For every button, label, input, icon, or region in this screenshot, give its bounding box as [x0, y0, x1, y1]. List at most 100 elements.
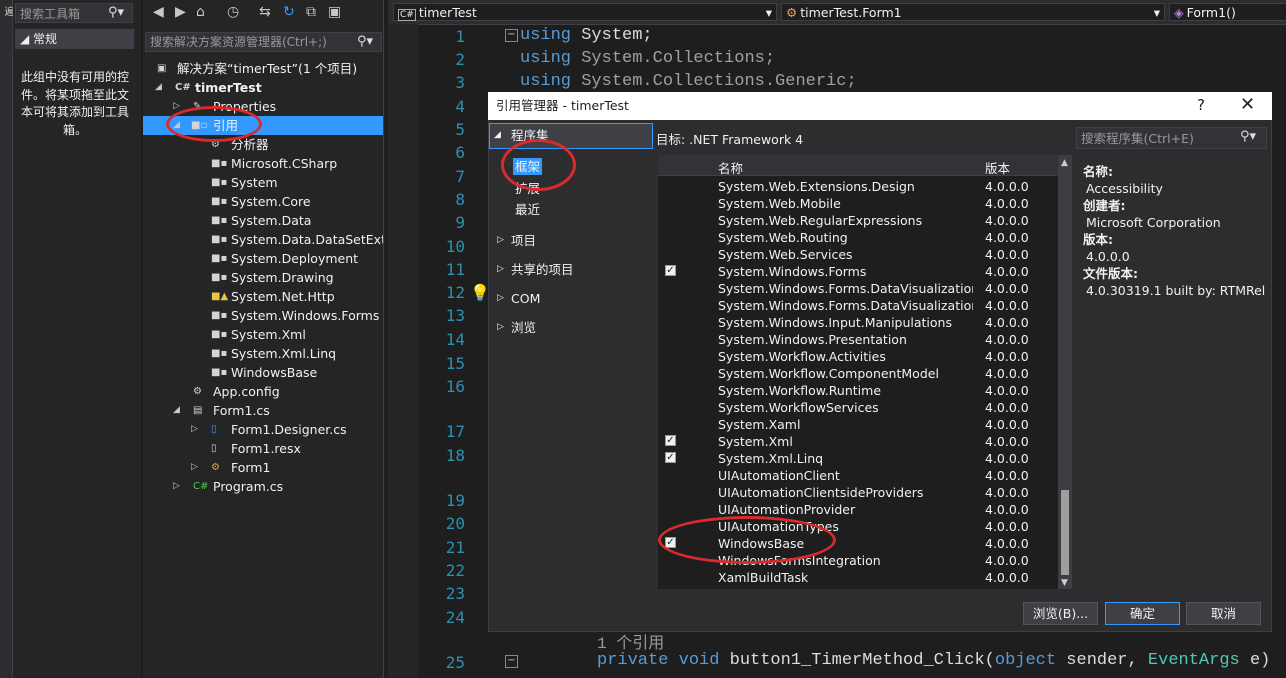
search-icon[interactable]: ⚲▾	[108, 5, 124, 20]
tree-item-project[interactable]: ◢ C# timerTest	[143, 78, 383, 97]
scroll-up-icon[interactable]: ▲	[1061, 158, 1068, 168]
tree-item-app-config[interactable]: ⚙ App.config	[143, 382, 383, 401]
show-all-files-icon[interactable]: ▣	[328, 4, 341, 20]
assembly-row[interactable]: System.Windows.Forms.DataVisualization..…	[658, 297, 1058, 314]
reference-count-lens[interactable]: 1 个引用	[597, 629, 664, 653]
column-version[interactable]: 版本	[985, 158, 1010, 177]
collapsed-icon[interactable]: ▷	[497, 290, 504, 307]
tree-item-reference[interactable]: ■▪System.Data.DataSetExtens	[143, 230, 383, 249]
search-icon[interactable]: ⚲▾	[357, 34, 373, 49]
nav-com[interactable]: COM	[511, 290, 540, 307]
assembly-row[interactable]: XamlBuildTask 4.0.0.0	[658, 569, 1058, 586]
collapsed-icon[interactable]: ▷	[173, 477, 180, 496]
assembly-row[interactable]: System.Web.Extensions.Design 4.0.0.0	[658, 178, 1058, 195]
member-dropdown[interactable]: ◈ Form1()	[1169, 3, 1286, 21]
assembly-row[interactable]: System.Windows.Presentation 4.0.0.0	[658, 331, 1058, 348]
tree-item-reference[interactable]: ■▪ System.Data	[143, 211, 383, 230]
assembly-row[interactable]: System.Workflow.Runtime 4.0.0.0	[658, 382, 1058, 399]
nav-projects[interactable]: 项目	[511, 232, 536, 249]
tree-item-form1-class[interactable]: ▷ ⚙ Form1	[143, 458, 383, 477]
expanded-icon[interactable]: ◢	[494, 127, 501, 144]
search-icon[interactable]: ⚲▾	[1240, 129, 1256, 144]
side-tab-strip[interactable]: 遍	[0, 0, 13, 678]
sync-icon[interactable]: ⇆	[259, 4, 271, 20]
assembly-row[interactable]: System.Windows.Forms.DataVisualization 4.…	[658, 280, 1058, 297]
collapse-all-icon[interactable]: ⧉	[306, 4, 316, 20]
tree-item-reference[interactable]: ■▪ System.Xml	[143, 325, 383, 344]
ok-button[interactable]: 确定	[1105, 602, 1180, 625]
assembly-name: System.Windows.Input.Manipulations	[718, 315, 952, 330]
toolbox-group-header[interactable]: ◢ 常规	[15, 29, 134, 49]
assembly-row[interactable]: ✓ System.Xml.Linq 4.0.0.0	[658, 450, 1058, 467]
collapsed-icon[interactable]: ▷	[497, 319, 504, 336]
tree-item-reference[interactable]: ■▲ System.Net.Http	[143, 287, 383, 306]
tree-item-program-cs[interactable]: ▷ C# Program.cs	[143, 477, 383, 496]
collapse-icon[interactable]: −	[505, 29, 518, 42]
line-number: 11	[445, 260, 465, 279]
assembly-row[interactable]: System.Windows.Input.Manipulations 4.0.0.…	[658, 314, 1058, 331]
scrollbar-thumb[interactable]	[1061, 490, 1069, 575]
assembly-row[interactable]: System.Web.Services 4.0.0.0	[658, 246, 1058, 263]
assembly-search-input[interactable]: 搜索程序集(Ctrl+E)	[1076, 127, 1267, 149]
code-line[interactable]: using System.Collections;	[520, 49, 775, 68]
assembly-row[interactable]: ✓ System.Windows.Forms 4.0.0.0	[658, 263, 1058, 280]
tree-item-reference[interactable]: ■▪ System	[143, 173, 383, 192]
assembly-row[interactable]: System.Workflow.Activities 4.0.0.0	[658, 348, 1058, 365]
nav-recent[interactable]: 最近	[515, 201, 540, 218]
nav-shared-projects[interactable]: 共享的项目	[511, 261, 574, 278]
forward-icon[interactable]: ▶	[175, 4, 186, 20]
tree-item-reference[interactable]: ■▪ System.Deployment	[143, 249, 383, 268]
collapsed-icon[interactable]: ▷	[497, 232, 504, 249]
pending-changes-icon[interactable]: ◷	[227, 4, 239, 20]
assembly-row[interactable]: UIAutomationClient 4.0.0.0	[658, 467, 1058, 484]
refresh-icon[interactable]: ↻	[283, 4, 295, 20]
expanded-icon[interactable]: ◢	[173, 401, 180, 420]
tree-item-reference[interactable]: ■▪ System.Windows.Forms	[143, 306, 383, 325]
scroll-down-icon[interactable]: ▼	[1061, 578, 1068, 588]
project-dropdown[interactable]: C# timerTest ▾	[393, 3, 777, 21]
assembly-row[interactable]: System.Web.Routing 4.0.0.0	[658, 229, 1058, 246]
collapsed-icon[interactable]: ▷	[191, 458, 198, 477]
lightbulb-icon[interactable]: 💡	[470, 283, 490, 302]
tree-item-resx[interactable]: ▯ Form1.resx	[143, 439, 383, 458]
collapsed-icon[interactable]: ▷	[191, 420, 198, 439]
back-icon[interactable]: ◀	[153, 4, 164, 20]
solution-search-input[interactable]: 搜索解决方案资源管理器(Ctrl+;)	[145, 32, 382, 52]
assembly-row[interactable]: UIAutomationClientsideProviders 4.0.0.0	[658, 484, 1058, 501]
browse-button[interactable]: 浏览(B)...	[1023, 602, 1098, 625]
checkbox-checked[interactable]: ✓	[665, 435, 676, 446]
reference-icon: ■▪	[211, 234, 228, 245]
collapsed-icon[interactable]: ▷	[497, 261, 504, 278]
tree-item-form1-cs[interactable]: ◢ ▤ Form1.cs	[143, 401, 383, 420]
assembly-row[interactable]: System.Web.RegularExpressions 4.0.0.0	[658, 212, 1058, 229]
close-icon[interactable]: ✕	[1240, 94, 1255, 115]
assembly-row[interactable]: System.WorkflowServices 4.0.0.0	[658, 399, 1058, 416]
line-number: 20	[445, 514, 465, 533]
tree-item-solution[interactable]: ▣ 解决方案“timerTest”(1 个项目)	[143, 59, 383, 78]
assembly-row[interactable]: UIAutomationProvider 4.0.0.0	[658, 501, 1058, 518]
assembly-row[interactable]: System.Xaml 4.0.0.0	[658, 416, 1058, 433]
assembly-row[interactable]: System.Workflow.ComponentModel 4.0.0.0	[658, 365, 1058, 382]
tree-item-reference[interactable]: ■▪ System.Drawing	[143, 268, 383, 287]
column-name[interactable]: 名称	[718, 158, 743, 177]
cancel-button[interactable]: 取消	[1186, 602, 1261, 625]
tree-item-reference[interactable]: ■▪ WindowsBase	[143, 363, 383, 382]
help-icon[interactable]: ?	[1197, 96, 1205, 114]
assembly-row[interactable]: System.Web.Mobile 4.0.0.0	[658, 195, 1058, 212]
tree-item-reference[interactable]: ■▪ Microsoft.CSharp	[143, 154, 383, 173]
code-line[interactable]: using System;	[520, 26, 653, 45]
tree-item-reference[interactable]: ■▪ System.Xml.Linq	[143, 344, 383, 363]
home-icon[interactable]: ⌂	[196, 4, 205, 20]
assembly-row[interactable]: ✓ System.Xml 4.0.0.0	[658, 433, 1058, 450]
tree-item-designer[interactable]: ▷ ▯ Form1.Designer.cs	[143, 420, 383, 439]
collapse-icon[interactable]: −	[505, 655, 518, 668]
code-line[interactable]: using System.Collections.Generic;	[520, 72, 857, 91]
expanded-icon[interactable]: ◢	[155, 78, 162, 97]
nav-browse[interactable]: 浏览	[511, 319, 536, 336]
tree-item-reference[interactable]: ■▪ System.Core	[143, 192, 383, 211]
checkbox-checked[interactable]: ✓	[665, 265, 676, 276]
code-line[interactable]: private void button1_TimerMethod_Click(o…	[597, 651, 1270, 670]
class-dropdown[interactable]: ⚙ timerTest.Form1 ▾	[781, 3, 1165, 21]
tree-item-analyzers[interactable]: ⚙ 分析器	[143, 135, 383, 154]
checkbox-checked[interactable]: ✓	[665, 452, 676, 463]
